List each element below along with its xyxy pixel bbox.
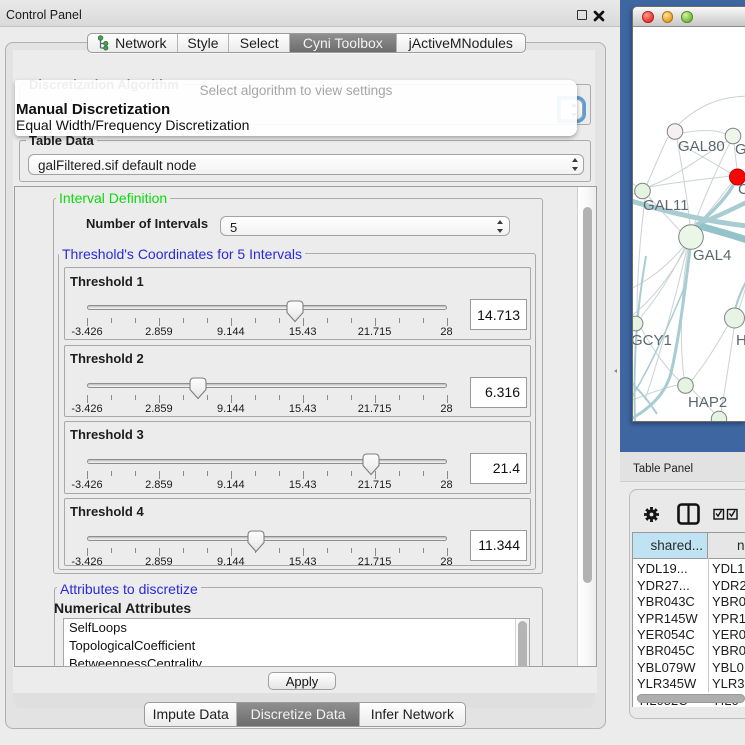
svg-text:GAL80: GAL80 bbox=[678, 138, 725, 155]
svg-text:GA: GA bbox=[735, 141, 745, 158]
svg-text:GCY1: GCY1 bbox=[633, 332, 672, 349]
svg-text:H: H bbox=[736, 332, 745, 349]
svg-text:C: C bbox=[738, 181, 745, 198]
svg-text:GAL4: GAL4 bbox=[693, 247, 731, 264]
svg-text:HAP2: HAP2 bbox=[688, 394, 727, 411]
svg-text:GAL11: GAL11 bbox=[643, 197, 689, 214]
